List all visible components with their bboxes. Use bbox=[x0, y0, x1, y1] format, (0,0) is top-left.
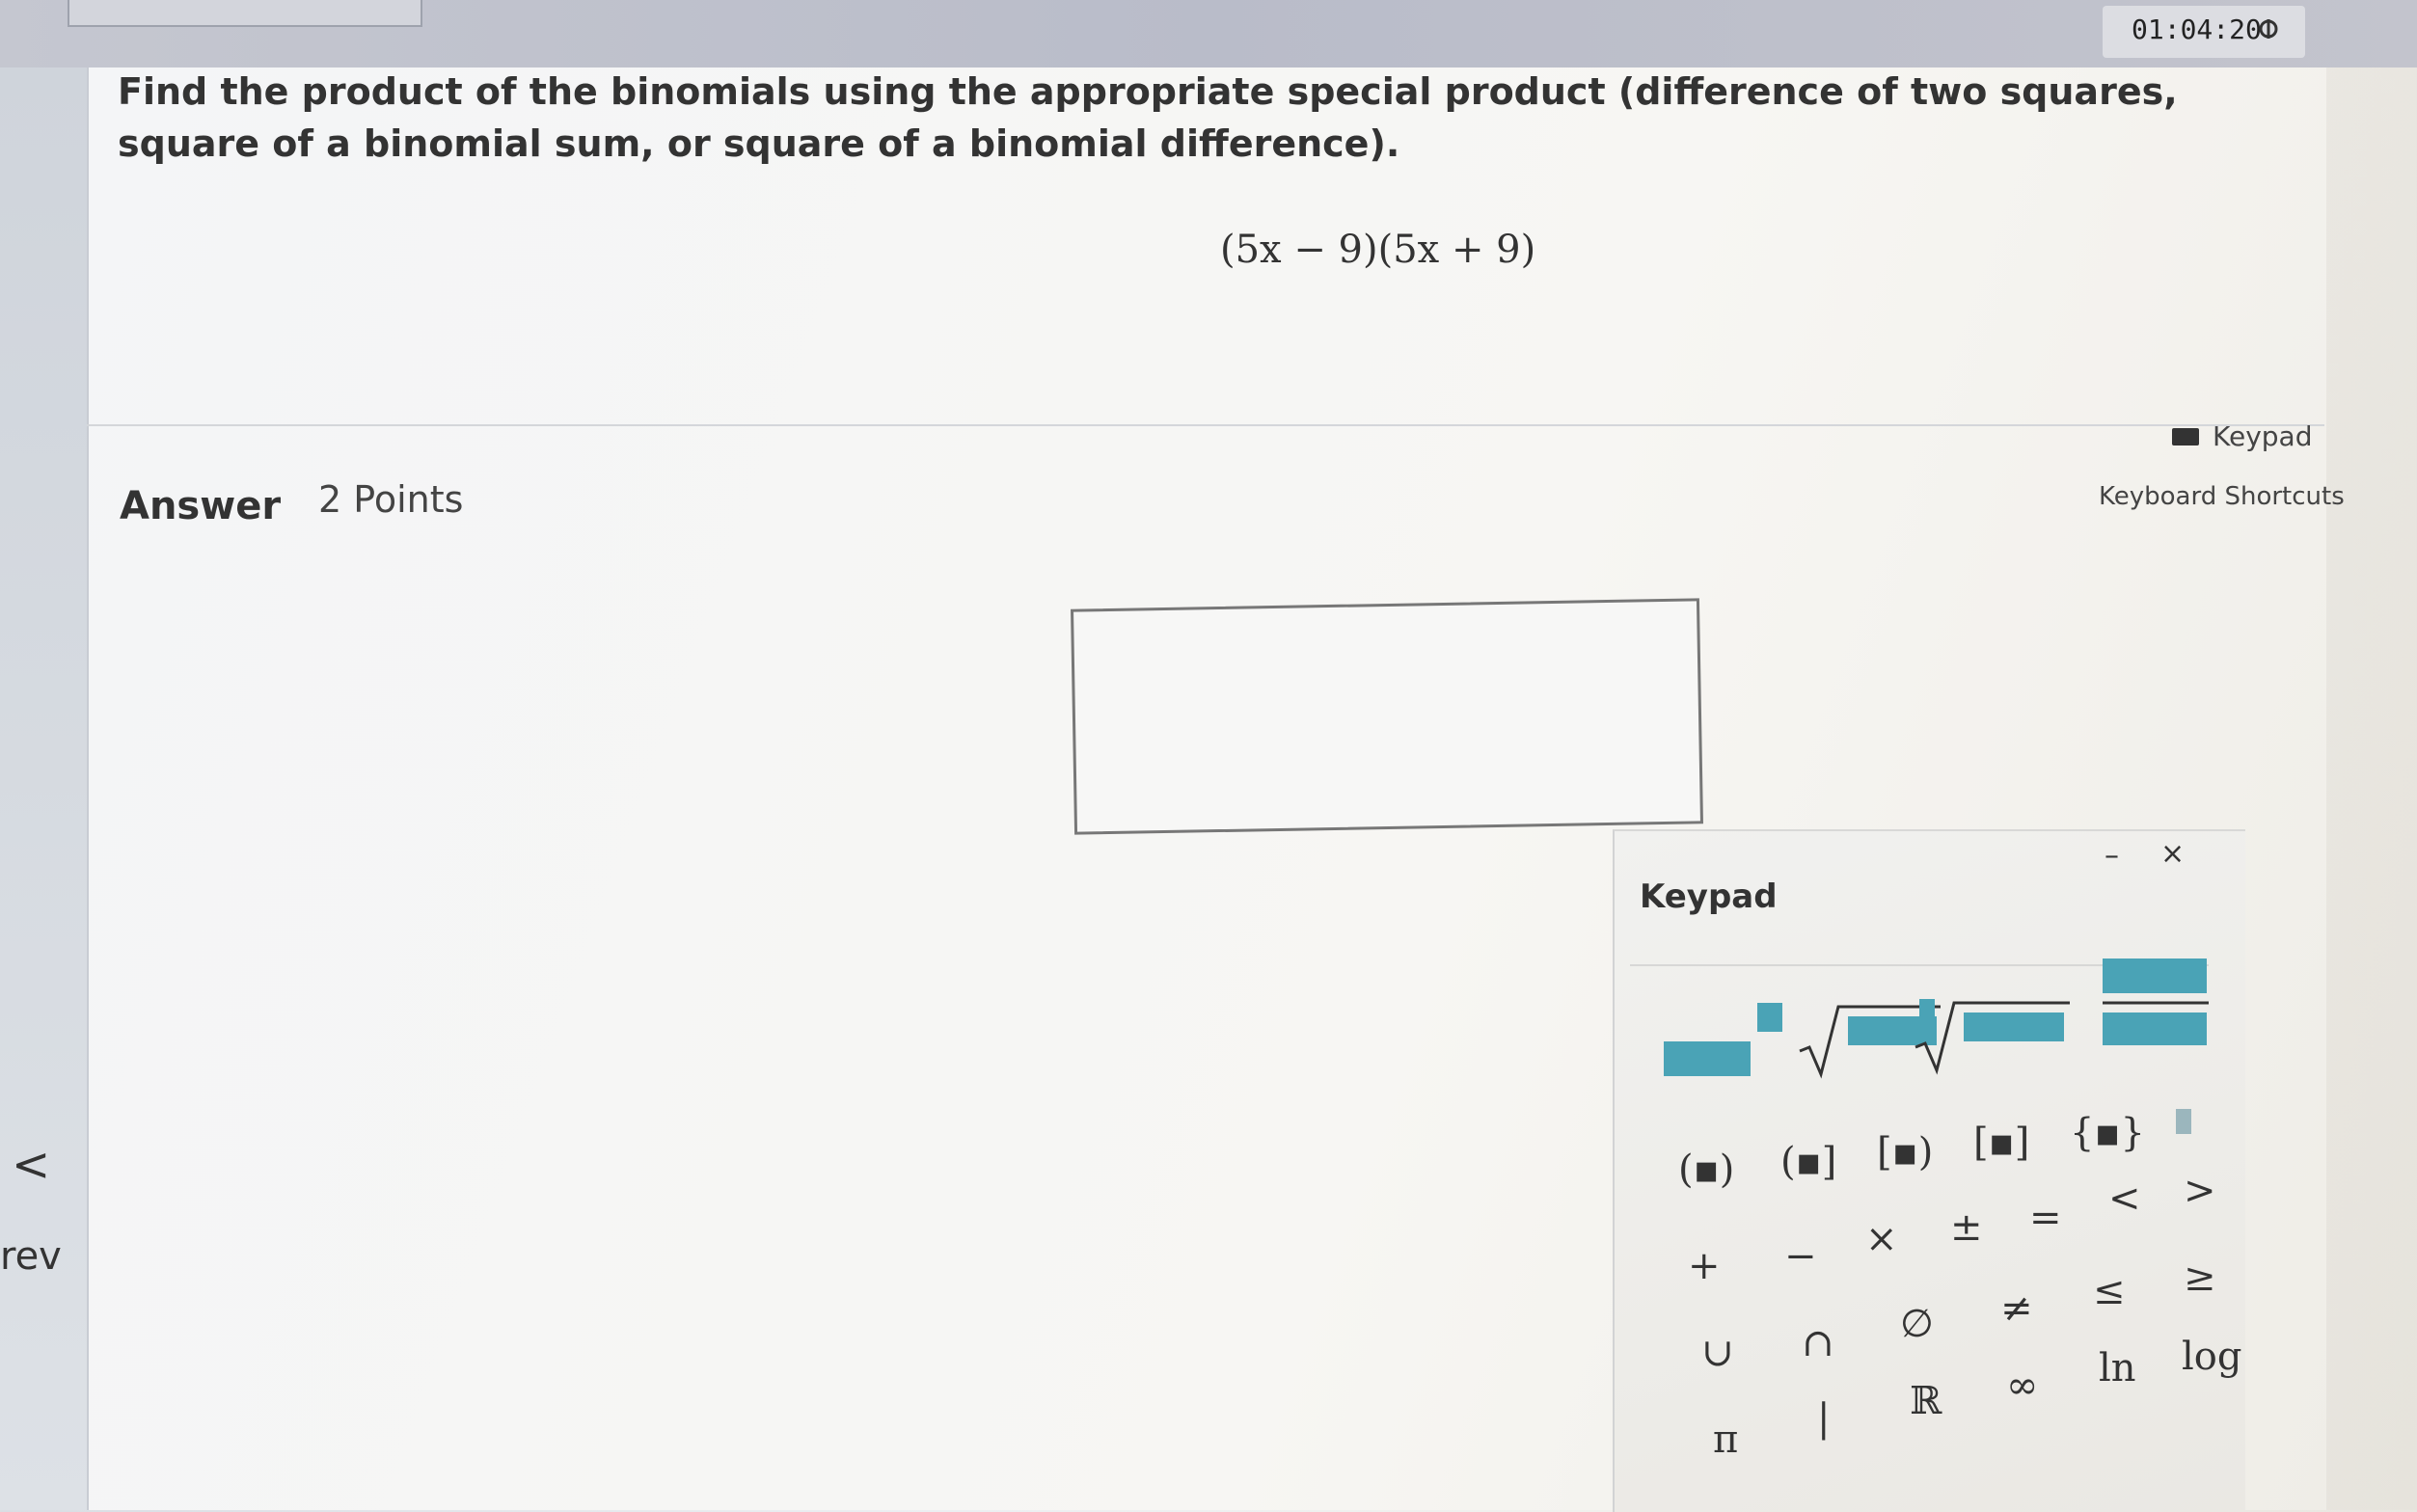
keypad-minimize-button[interactable]: – bbox=[2105, 839, 2119, 873]
equals-key[interactable]: = bbox=[2029, 1196, 2062, 1240]
ln-key[interactable]: ln bbox=[2099, 1346, 2136, 1390]
minus-key[interactable]: − bbox=[1784, 1234, 1817, 1279]
chevron-left-icon[interactable]: < bbox=[12, 1138, 50, 1192]
intersection-key[interactable]: ∩ bbox=[1802, 1321, 1834, 1365]
union-key[interactable]: ∪ bbox=[1701, 1331, 1734, 1375]
question-text: Find the product of the binomials using … bbox=[118, 70, 2178, 165]
answer-label: Answer bbox=[120, 484, 282, 528]
keyboard-icon bbox=[2172, 427, 2199, 446]
bracket-bracket-key[interactable]: [▪] bbox=[1973, 1120, 2029, 1165]
nth-root-key[interactable] bbox=[1910, 986, 2074, 1078]
keypad-close-button[interactable]: × bbox=[2160, 837, 2185, 871]
bracket-paren-key[interactable]: [▪) bbox=[1877, 1130, 1933, 1174]
greater-equal-key[interactable]: ≥ bbox=[2184, 1256, 2216, 1300]
section-divider bbox=[87, 424, 2324, 426]
brace-key[interactable]: {▪} bbox=[2070, 1111, 2145, 1155]
keyboard-shortcuts-link[interactable]: Keyboard Shortcuts bbox=[2099, 482, 2345, 511]
log-key[interactable]: log bbox=[2182, 1335, 2241, 1379]
pi-key[interactable]: π bbox=[1713, 1418, 1738, 1462]
times-key[interactable]: × bbox=[1865, 1217, 1898, 1261]
top-bar bbox=[0, 0, 2417, 68]
answer-input[interactable] bbox=[1071, 598, 1703, 835]
keypad-title: Keypad bbox=[1640, 878, 1778, 916]
not-equal-key[interactable]: ≠ bbox=[2000, 1286, 2033, 1331]
prev-button[interactable]: rev bbox=[0, 1234, 62, 1279]
plus-minus-key[interactable]: ± bbox=[1950, 1205, 1983, 1250]
superscript-key[interactable] bbox=[1659, 1003, 1782, 1080]
fraction-key[interactable] bbox=[2103, 955, 2209, 1051]
greater-than-key[interactable]: > bbox=[2184, 1169, 2216, 1213]
paren-paren-key[interactable]: (▪) bbox=[1678, 1148, 1734, 1192]
keypad-toggle[interactable]: Keypad bbox=[2172, 420, 2312, 452]
less-equal-key[interactable]: ≤ bbox=[2093, 1269, 2126, 1313]
less-than-key[interactable]: < bbox=[2108, 1176, 2141, 1221]
timer-toggle-icon[interactable] bbox=[2257, 17, 2280, 40]
infinity-key[interactable]: ∞ bbox=[2006, 1364, 2038, 1408]
keypad-toggle-label: Keypad bbox=[2213, 420, 2313, 452]
small-square-key[interactable] bbox=[2176, 1099, 2191, 1144]
left-nav-strip bbox=[0, 68, 87, 1510]
empty-set-key[interactable]: ∅ bbox=[1900, 1302, 1934, 1346]
abs-bar-key[interactable]: | bbox=[1817, 1396, 1830, 1441]
paren-bracket-key[interactable]: (▪] bbox=[1780, 1140, 1836, 1184]
plus-key[interactable]: + bbox=[1688, 1244, 1721, 1288]
real-numbers-key[interactable]: ℝ bbox=[1910, 1379, 1942, 1423]
math-expression: (5x − 9)(5x + 9) bbox=[1220, 228, 1536, 272]
points-label: 2 Points bbox=[318, 478, 464, 521]
nth-root-icon bbox=[1915, 999, 2070, 1075]
fraction-icon bbox=[2103, 958, 2209, 1045]
timer: 01:04:20 bbox=[2132, 14, 2262, 45]
top-tab[interactable] bbox=[68, 0, 422, 27]
